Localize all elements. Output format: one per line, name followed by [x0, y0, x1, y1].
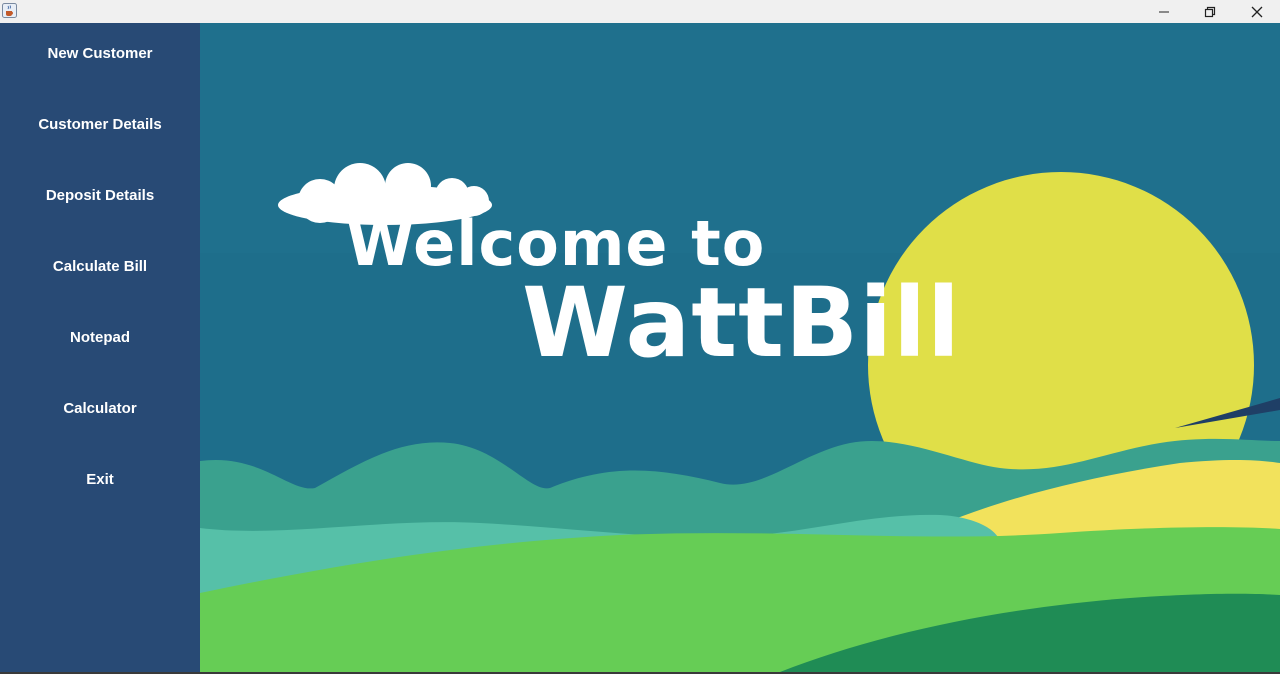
- minimize-button[interactable]: [1141, 0, 1187, 23]
- close-button[interactable]: [1234, 0, 1280, 23]
- close-icon: [1251, 6, 1263, 17]
- welcome-banner: Welcome to WattBill: [200, 23, 1280, 672]
- menu-deposit-details[interactable]: Deposit Details: [0, 175, 200, 215]
- menu-new-customer[interactable]: New Customer: [0, 33, 200, 73]
- menu-calculate-bill[interactable]: Calculate Bill: [0, 246, 200, 286]
- menu-notepad[interactable]: Notepad: [0, 317, 200, 357]
- menu-exit[interactable]: Exit: [0, 459, 200, 499]
- welcome-text: Welcome to: [346, 207, 766, 280]
- maximize-button[interactable]: [1187, 0, 1233, 23]
- menu-customer-details[interactable]: Customer Details: [0, 104, 200, 144]
- restore-icon: [1204, 6, 1216, 17]
- sidebar-menu: New Customer Customer Details Deposit De…: [0, 23, 200, 672]
- brand-title: WattBill: [522, 267, 961, 379]
- menu-calculator[interactable]: Calculator: [0, 388, 200, 428]
- title-bar: [0, 0, 1280, 23]
- java-cup-icon: [2, 3, 17, 18]
- app-window: New Customer Customer Details Deposit De…: [0, 0, 1280, 674]
- minimize-icon: [1159, 11, 1169, 12]
